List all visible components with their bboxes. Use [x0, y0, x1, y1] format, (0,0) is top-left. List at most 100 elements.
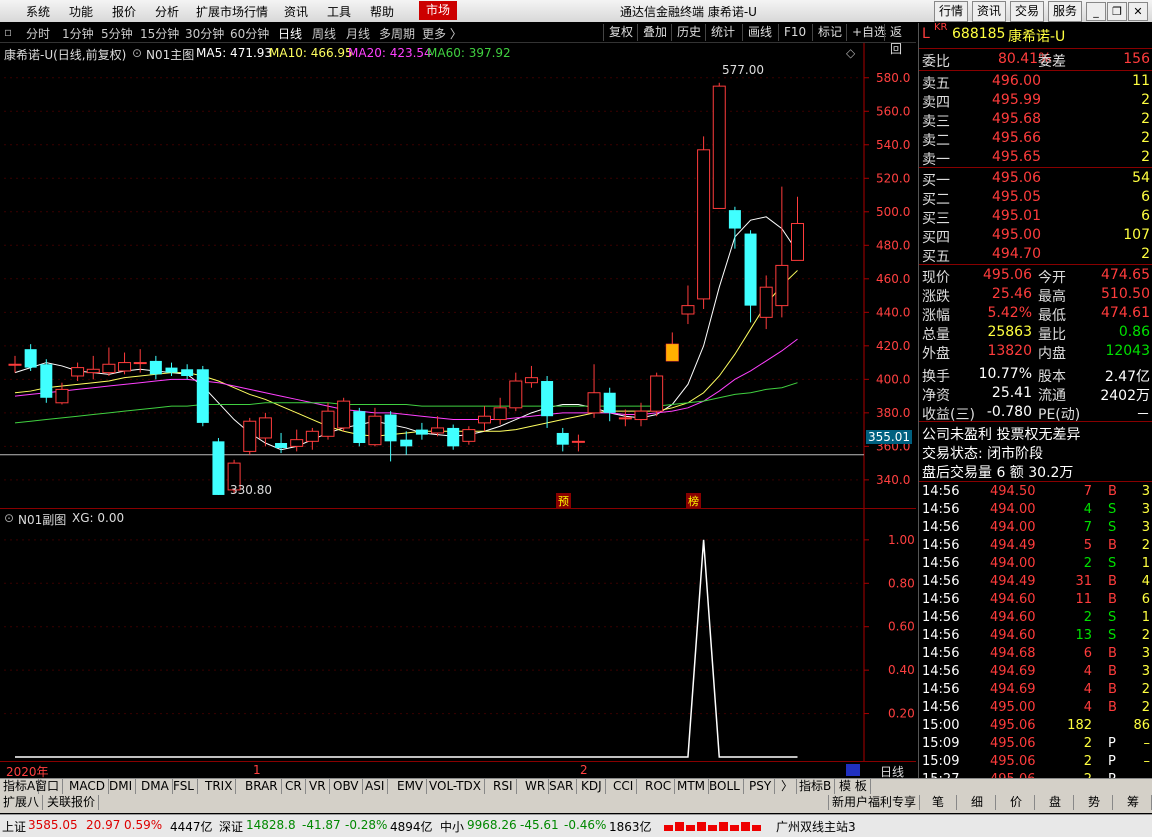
indicator-tab[interactable]: VOL-TDX — [426, 779, 485, 794]
menu-system[interactable]: 系统 — [26, 3, 50, 20]
bid-label: 买五 — [922, 249, 950, 265]
indicator-tab[interactable]: CCI — [610, 779, 638, 794]
period-1min[interactable]: 1分钟 — [62, 25, 94, 42]
indicator-tab[interactable]: 窗口 — [32, 779, 64, 794]
quote-side-tab[interactable]: 筹 — [1115, 795, 1152, 810]
tool-mark[interactable]: 标记 — [812, 24, 847, 41]
period-more[interactable]: 更多 〉 — [422, 25, 462, 42]
indicator-tab[interactable]: KDJ — [578, 779, 606, 794]
period-monthly[interactable]: 月线 — [346, 25, 370, 42]
scroll-handle[interactable] — [846, 764, 860, 776]
menu-help[interactable]: 帮助 — [370, 3, 394, 20]
sh-label[interactable]: 上证 — [2, 818, 26, 835]
period-fenshi[interactable]: 分时 — [26, 25, 50, 42]
tick-row: 14:56 494.60 13 S 2 — [922, 628, 1152, 646]
sz-label[interactable]: 深证 — [219, 818, 243, 835]
indicator-b-tab[interactable]: 指标B — [796, 779, 836, 794]
indicator-tab[interactable]: OBV — [330, 779, 363, 794]
tick-price: 494.69 — [990, 664, 1036, 679]
period-30min[interactable]: 30分钟 — [185, 25, 224, 42]
market-tab[interactable]: 市场 — [419, 1, 457, 20]
quote-side-tab[interactable]: 笔 — [920, 795, 957, 810]
indicator-tab[interactable]: BOLL — [706, 779, 744, 794]
tool-fuquan[interactable]: 复权 — [603, 24, 638, 41]
template-tab[interactable]: 模 板 — [836, 779, 871, 794]
tool-overlay[interactable]: 叠加 — [637, 24, 672, 41]
indicator-tab[interactable]: VR — [306, 779, 330, 794]
quote-side-tab[interactable]: 势 — [1076, 795, 1113, 810]
quote-side-tab[interactable]: 盘 — [1037, 795, 1074, 810]
stat-label: 总量 — [922, 327, 950, 343]
indicator-tab[interactable]: ASI — [362, 779, 389, 794]
quote-side-tab[interactable]: 价 — [998, 795, 1035, 810]
tab-related-quote[interactable]: 关联报价 — [44, 795, 100, 810]
restore-icon[interactable]: ❐ — [1107, 2, 1127, 21]
btn-hangqing[interactable]: 行情 — [934, 1, 969, 22]
tick-volume: 6 — [1083, 646, 1092, 661]
indicator-tab[interactable]: BRAR — [242, 779, 282, 794]
indicator-tab[interactable]: SAR — [546, 779, 578, 794]
ask-price[interactable]: 495.99 — [992, 92, 1041, 108]
candle — [368, 407, 382, 447]
bid-price[interactable]: 495.05 — [992, 189, 1041, 205]
indicator-tab[interactable]: FSL — [170, 779, 198, 794]
indicator-tab[interactable]: EMV — [394, 779, 428, 794]
indicator-tab[interactable]: CR — [282, 779, 306, 794]
stat-value-2: 474.61 — [1101, 305, 1150, 321]
period-multi[interactable]: 多周期 — [379, 25, 415, 42]
tool-history[interactable]: 历史 — [671, 24, 706, 41]
indicator-tab[interactable]: MTM — [674, 779, 710, 794]
zx-label[interactable]: 中小 — [440, 818, 464, 835]
menu-info[interactable]: 资讯 — [284, 3, 308, 20]
tab-ext8[interactable]: 扩展八 — [0, 795, 44, 810]
ask-price[interactable]: 496.00 — [992, 73, 1041, 89]
stat-label-2: 最低 — [1038, 308, 1066, 324]
period-5min[interactable]: 5分钟 — [101, 25, 133, 42]
ask-price[interactable]: 495.65 — [992, 149, 1041, 165]
indicator-tab[interactable]: DMI — [106, 779, 137, 794]
tool-f10[interactable]: F10 — [778, 24, 811, 41]
bid-price[interactable]: 494.70 — [992, 246, 1041, 262]
indicator-tab[interactable]: RSI — [490, 779, 517, 794]
minimize-icon[interactable]: _ — [1086, 2, 1106, 21]
bid-price[interactable]: 495.01 — [992, 208, 1041, 224]
indicator-tab[interactable]: MACD — [66, 779, 109, 794]
close-icon[interactable]: ✕ — [1128, 2, 1148, 21]
period-weekly[interactable]: 周线 — [312, 25, 336, 42]
sub-indicator-chart[interactable]: ⊙ N01副图 XG: 0.00 1.00 0.80 0.60 0.40 0.20 — [0, 508, 916, 762]
period-daily[interactable]: 日线 — [278, 25, 302, 42]
ask-volume: 11 — [1132, 73, 1150, 89]
tool-back[interactable]: 返回 — [884, 24, 916, 56]
menu-ext-market[interactable]: 扩展市场行情 — [196, 3, 268, 20]
indicator-tab[interactable]: TRIX — [202, 779, 237, 794]
indicator-tab[interactable]: PSY — [746, 779, 776, 794]
ask-price[interactable]: 495.68 — [992, 111, 1041, 127]
indicator-tab[interactable]: 〉 — [778, 779, 798, 794]
tick-volume: 5 — [1083, 538, 1092, 553]
btn-jiaoyi[interactable]: 交易 — [1010, 1, 1045, 22]
new-user-promo[interactable]: 新用户福利专享 — [828, 795, 921, 810]
server-name[interactable]: 广州双线主站3 — [776, 818, 856, 835]
btn-zixun[interactable]: 资讯 — [972, 1, 1007, 22]
menu-function[interactable]: 功能 — [69, 3, 93, 20]
tick-row: 14:56 494.69 4 B 3 — [922, 664, 1152, 682]
candle — [509, 372, 523, 412]
menu-tools[interactable]: 工具 — [327, 3, 351, 20]
btn-fuwu[interactable]: 服务 — [1048, 1, 1083, 22]
period-60min[interactable]: 60分钟 — [230, 25, 269, 42]
tool-draw[interactable]: 画线 — [742, 24, 777, 41]
quote-side-tab[interactable]: 细 — [959, 795, 996, 810]
menu-analysis[interactable]: 分析 — [155, 3, 179, 20]
bid-price[interactable]: 495.06 — [992, 170, 1041, 186]
period-arrow-icon[interactable]: ▫ — [4, 25, 12, 39]
tick-volume: 4 — [1083, 682, 1092, 697]
bid-price[interactable]: 495.00 — [992, 227, 1041, 243]
period-15min[interactable]: 15分钟 — [140, 25, 179, 42]
main-kline-chart[interactable]: 康希诺-U(日线,前复权) ⊙ N01主图 MA5: 471.93 MA10: … — [0, 43, 916, 509]
indicator-tab[interactable]: DMA — [138, 779, 173, 794]
tick-price: 494.68 — [990, 646, 1036, 661]
menu-quote[interactable]: 报价 — [112, 3, 136, 20]
ask-price[interactable]: 495.66 — [992, 130, 1041, 146]
indicator-tab[interactable]: ROC — [642, 779, 676, 794]
tool-stats[interactable]: 统计 — [705, 24, 740, 41]
